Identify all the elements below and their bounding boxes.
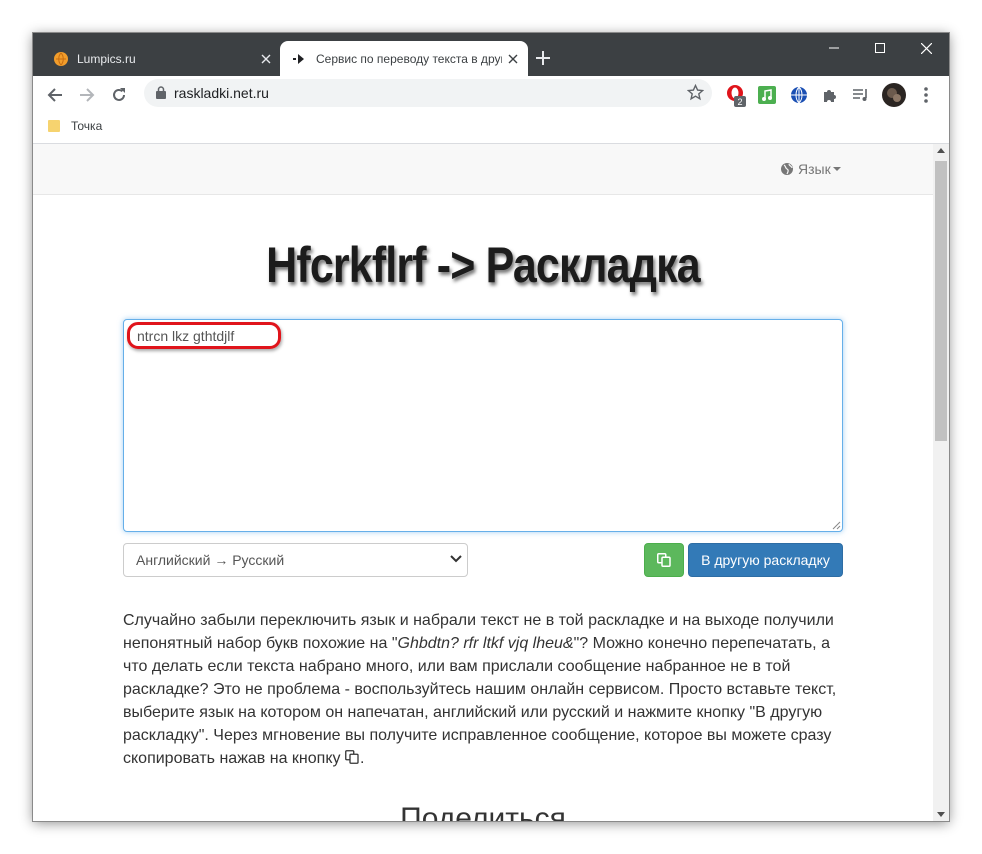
globe-icon [781, 163, 793, 175]
tab-title: Сервис по переводу текста в другую раскл… [316, 51, 502, 66]
media-control-icon[interactable] [848, 82, 874, 108]
site-navbar: Язык [33, 144, 933, 195]
new-tab-button[interactable] [531, 46, 555, 70]
bookmarks-bar: Точка [33, 113, 949, 144]
tab-lumpics[interactable]: Lumpics.ru [41, 41, 281, 76]
toolbar: raskladki.net.ru 2 [33, 76, 949, 113]
forward-arrow-icon [80, 88, 95, 102]
bookmark-label: Точка [71, 119, 103, 133]
address-bar[interactable]: raskladki.net.ru [144, 79, 712, 107]
folder-icon [48, 120, 60, 132]
puzzle-icon[interactable] [817, 82, 843, 108]
description-part: . [359, 750, 365, 767]
page-content: Язык Hfcrkflrf -> Раскладка ntrcn lkz gt… [33, 144, 933, 821]
site-logo: Hfcrkflrf -> Раскладка [266, 237, 700, 293]
close-tab-icon[interactable] [502, 48, 524, 70]
tab-title: Lumpics.ru [77, 51, 136, 66]
language-dropdown[interactable]: Язык [780, 161, 841, 177]
close-window-button[interactable] [903, 33, 949, 63]
description-text: Случайно забыли переключить язык и набра… [123, 609, 843, 770]
red-highlight-annotation [127, 322, 281, 349]
chevron-down-icon [450, 555, 462, 563]
direction-select[interactable]: Английский → Русский [123, 543, 468, 577]
scroll-down-icon[interactable] [937, 812, 945, 817]
direction-selected: Английский → Русский [136, 552, 285, 568]
scrollbar-thumb[interactable] [935, 161, 947, 441]
language-label: Язык [798, 161, 831, 177]
browser-window: Lumpics.ru Сервис по переводу текста в д… [33, 33, 949, 821]
minimize-button[interactable] [811, 33, 857, 63]
resize-handle-icon[interactable] [831, 520, 841, 530]
maximize-button[interactable] [857, 33, 903, 63]
close-tab-icon[interactable] [255, 48, 277, 70]
back-button[interactable] [41, 81, 69, 109]
reload-icon [113, 88, 125, 101]
globe-extension-icon[interactable] [786, 82, 812, 108]
orange-circle-icon [53, 51, 69, 67]
share-heading: Поделиться [400, 802, 566, 821]
page-scrollbar[interactable] [933, 144, 949, 821]
copy-icon [657, 553, 671, 567]
description-part: "? Можно конечно перепечатать, а что дел… [123, 635, 837, 767]
reload-button[interactable] [105, 81, 133, 109]
bookmark-folder[interactable]: Точка [48, 119, 102, 133]
bookmark-star-icon[interactable] [686, 83, 705, 106]
extension-badge: 2 [737, 97, 742, 107]
text-input-area[interactable]: ntrcn lkz gthtdjlf [123, 319, 843, 532]
forward-button[interactable] [73, 81, 101, 109]
opera-extension-icon[interactable]: 2 [723, 82, 749, 108]
copy-icon [345, 750, 359, 764]
scroll-up-icon[interactable] [937, 148, 945, 153]
description-example: Ghbdtn? rfr ltkf vjq lheu& [397, 635, 574, 652]
convert-layout-button[interactable]: В другую раскладку [688, 543, 843, 577]
profile-avatar[interactable] [881, 82, 907, 108]
back-arrow-icon [47, 88, 62, 102]
lock-icon [156, 86, 166, 104]
copy-button[interactable] [644, 543, 684, 577]
music-extension-icon[interactable] [754, 82, 780, 108]
url-text: raskladki.net.ru [174, 85, 269, 101]
caret-down-icon [832, 167, 841, 171]
tab-raskladki[interactable]: Сервис по переводу текста в другую раскл… [280, 41, 528, 76]
menu-icon[interactable] [913, 82, 939, 108]
plus-icon [536, 51, 550, 65]
arrow-icon [292, 51, 308, 67]
tab-strip: Lumpics.ru Сервис по переводу текста в д… [33, 33, 949, 76]
